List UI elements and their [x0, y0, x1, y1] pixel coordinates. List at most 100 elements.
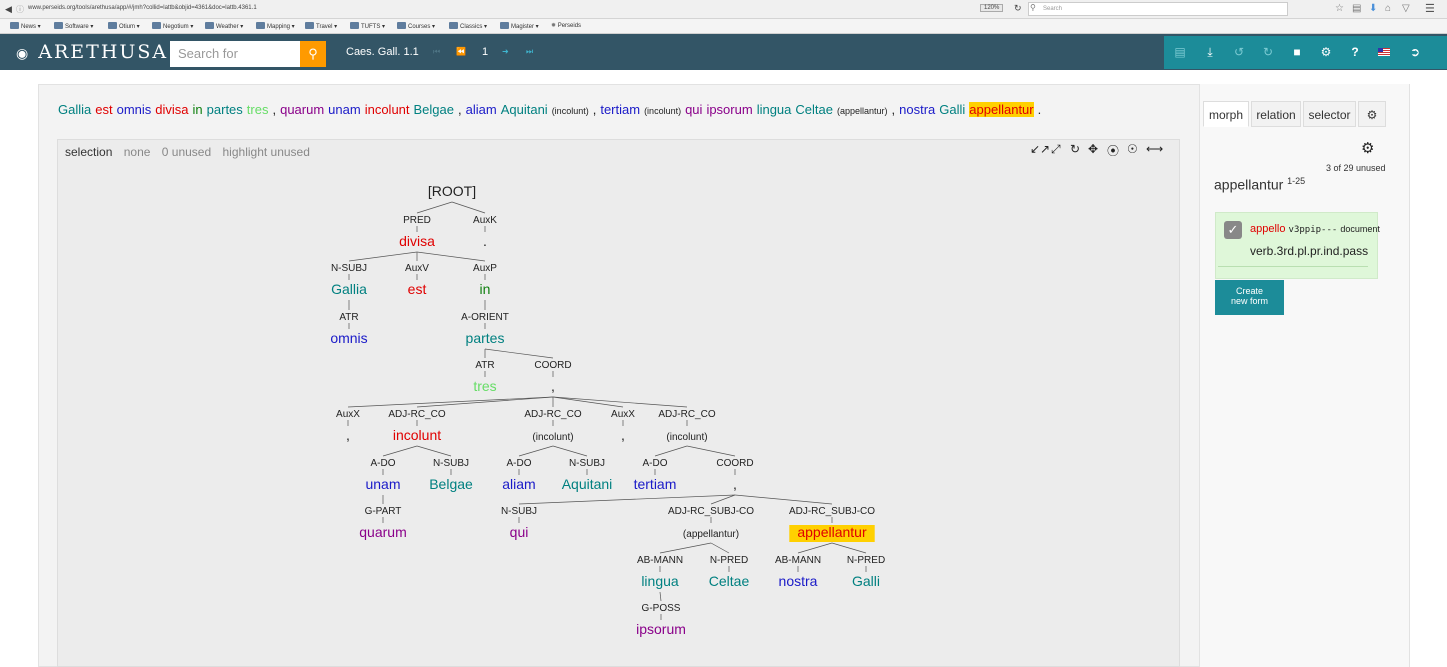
- tree-edge: [518, 494, 736, 505]
- form-description: verb.3rd.pl.pr.ind.pass: [1250, 244, 1369, 258]
- tree-edge: [552, 396, 688, 408]
- tree-node-ipsorum[interactable]: ipsorum: [636, 621, 686, 637]
- tree-node-appellantur2[interactable]: (appellantur): [683, 529, 739, 540]
- gear-icon: ⚙: [1366, 108, 1378, 122]
- tree-edge: [552, 445, 588, 457]
- relation-label[interactable]: A-DO: [643, 458, 668, 469]
- tree-node-aquitani[interactable]: Aquitani: [562, 476, 613, 492]
- relation-label[interactable]: N-PRED: [710, 555, 748, 566]
- tree-edge: [831, 542, 867, 554]
- tree-node-divisa[interactable]: divisa: [399, 233, 435, 249]
- tree-node-root[interactable]: [ROOT]: [428, 183, 476, 199]
- form-source: document: [1340, 224, 1380, 234]
- relation-label[interactable]: PRED: [403, 215, 431, 226]
- tree-node-comma1[interactable]: ,: [346, 427, 350, 443]
- morph-settings-icon[interactable]: ⚙: [1361, 139, 1374, 157]
- relation-label[interactable]: A-ORIENT: [461, 312, 509, 323]
- form-lemma: appello: [1250, 223, 1286, 235]
- tree-edge: [686, 445, 736, 457]
- relation-label[interactable]: G-POSS: [642, 603, 681, 614]
- divider: [1218, 266, 1368, 267]
- selected-word-text: appellantur: [1214, 176, 1284, 193]
- tree-node-gallia[interactable]: Gallia: [331, 281, 367, 297]
- tab-morph[interactable]: morph: [1203, 101, 1249, 127]
- tree-node-partes[interactable]: partes: [466, 330, 505, 346]
- token-id: 1-25: [1287, 176, 1306, 186]
- tree-node-galli[interactable]: Galli: [852, 573, 880, 589]
- tree-node-incolunt3[interactable]: (incolunt): [666, 432, 707, 443]
- tree-edge: [518, 445, 554, 457]
- relation-label[interactable]: A-DO: [507, 458, 532, 469]
- relation-label[interactable]: A-DO: [371, 458, 396, 469]
- tree-edge: [484, 348, 554, 359]
- tree-node-incolunt2[interactable]: (incolunt): [532, 432, 573, 443]
- tree-node-tres[interactable]: tres: [473, 378, 496, 394]
- tree-edge: [710, 542, 730, 554]
- relation-label[interactable]: AB-MANN: [637, 555, 683, 566]
- relation-label[interactable]: AuxX: [336, 409, 360, 420]
- tree-node-comma2[interactable]: ,: [621, 427, 625, 443]
- tree-node-lingua[interactable]: lingua: [641, 573, 679, 589]
- tree-edge: [416, 201, 453, 214]
- tree-node-tertiam[interactable]: tertiam: [634, 476, 677, 492]
- tree-edge: [654, 445, 688, 457]
- tree-node-aliam[interactable]: aliam: [502, 476, 535, 492]
- relation-label[interactable]: AuxK: [473, 215, 497, 226]
- relation-label[interactable]: N-SUBJ: [501, 506, 537, 517]
- relation-label[interactable]: ADJ-RC_CO: [388, 409, 445, 420]
- tree-node-omnis[interactable]: omnis: [330, 330, 367, 346]
- tree-node-unam[interactable]: unam: [365, 476, 400, 492]
- tab-selector[interactable]: selector: [1303, 101, 1356, 127]
- relation-label[interactable]: ADJ-RC_CO: [658, 409, 715, 420]
- tree-edge: [382, 445, 418, 457]
- tab-settings[interactable]: ⚙: [1358, 101, 1386, 127]
- relation-label[interactable]: ATR: [475, 360, 494, 371]
- create-line-1: Create: [1235, 286, 1263, 296]
- tree-edge: [710, 494, 736, 505]
- relation-label[interactable]: AuxX: [611, 409, 635, 420]
- tree-edge: [552, 396, 624, 408]
- tree-edge: [797, 542, 833, 554]
- tree-node-est[interactable]: est: [408, 281, 427, 297]
- create-line-2: new form: [1230, 296, 1268, 306]
- relation-label[interactable]: AuxV: [405, 263, 429, 274]
- tree-edge: [734, 494, 833, 505]
- tree-node-coord1[interactable]: ,: [551, 378, 555, 394]
- tree-edge: [347, 396, 554, 408]
- tree-node-celtae[interactable]: Celtae: [709, 573, 750, 589]
- form-postag: v3ppip---: [1288, 225, 1338, 235]
- relation-label[interactable]: AB-MANN: [775, 555, 821, 566]
- relation-label[interactable]: N-SUBJ: [331, 263, 367, 274]
- tree-edge: [348, 251, 418, 262]
- tree-node-quarum[interactable]: quarum: [359, 524, 406, 540]
- relation-label[interactable]: ADJ-RC_SUBJ-CO: [789, 506, 875, 517]
- tree-node-qui[interactable]: qui: [510, 524, 529, 540]
- tree-node-coord2[interactable]: ,: [733, 476, 737, 492]
- tree-node-appellantur[interactable]: appellantur: [797, 524, 867, 540]
- unused-count: 3 of 29 unused: [1326, 163, 1386, 173]
- tree-node-period[interactable]: .: [483, 233, 487, 249]
- relation-label[interactable]: ATR: [339, 312, 358, 323]
- tree-edge: [416, 396, 554, 408]
- tree-edge: [659, 591, 662, 602]
- relation-label[interactable]: COORD: [534, 360, 571, 371]
- tree-edge: [416, 445, 452, 457]
- tree-edge: [451, 201, 486, 214]
- tree-node-in[interactable]: in: [480, 281, 491, 297]
- tree-node-incolunt[interactable]: incolunt: [393, 427, 441, 443]
- form-line: appello v3ppip--- document: [1250, 223, 1380, 235]
- checkbox-icon[interactable]: ✓: [1224, 221, 1242, 239]
- relation-label[interactable]: N-SUBJ: [569, 458, 605, 469]
- relation-label[interactable]: N-SUBJ: [433, 458, 469, 469]
- relation-label[interactable]: AuxP: [473, 263, 497, 274]
- tree-edge: [416, 251, 486, 262]
- relation-label[interactable]: COORD: [716, 458, 753, 469]
- relation-label[interactable]: N-PRED: [847, 555, 885, 566]
- create-new-form-button[interactable]: Create new form: [1215, 280, 1284, 315]
- relation-label[interactable]: ADJ-RC_CO: [524, 409, 581, 420]
- tree-node-belgae[interactable]: Belgae: [429, 476, 473, 492]
- relation-label[interactable]: G-PART: [365, 506, 402, 517]
- tab-relation[interactable]: relation: [1251, 101, 1301, 127]
- tree-node-nostra[interactable]: nostra: [779, 573, 818, 589]
- relation-label[interactable]: ADJ-RC_SUBJ-CO: [668, 506, 754, 517]
